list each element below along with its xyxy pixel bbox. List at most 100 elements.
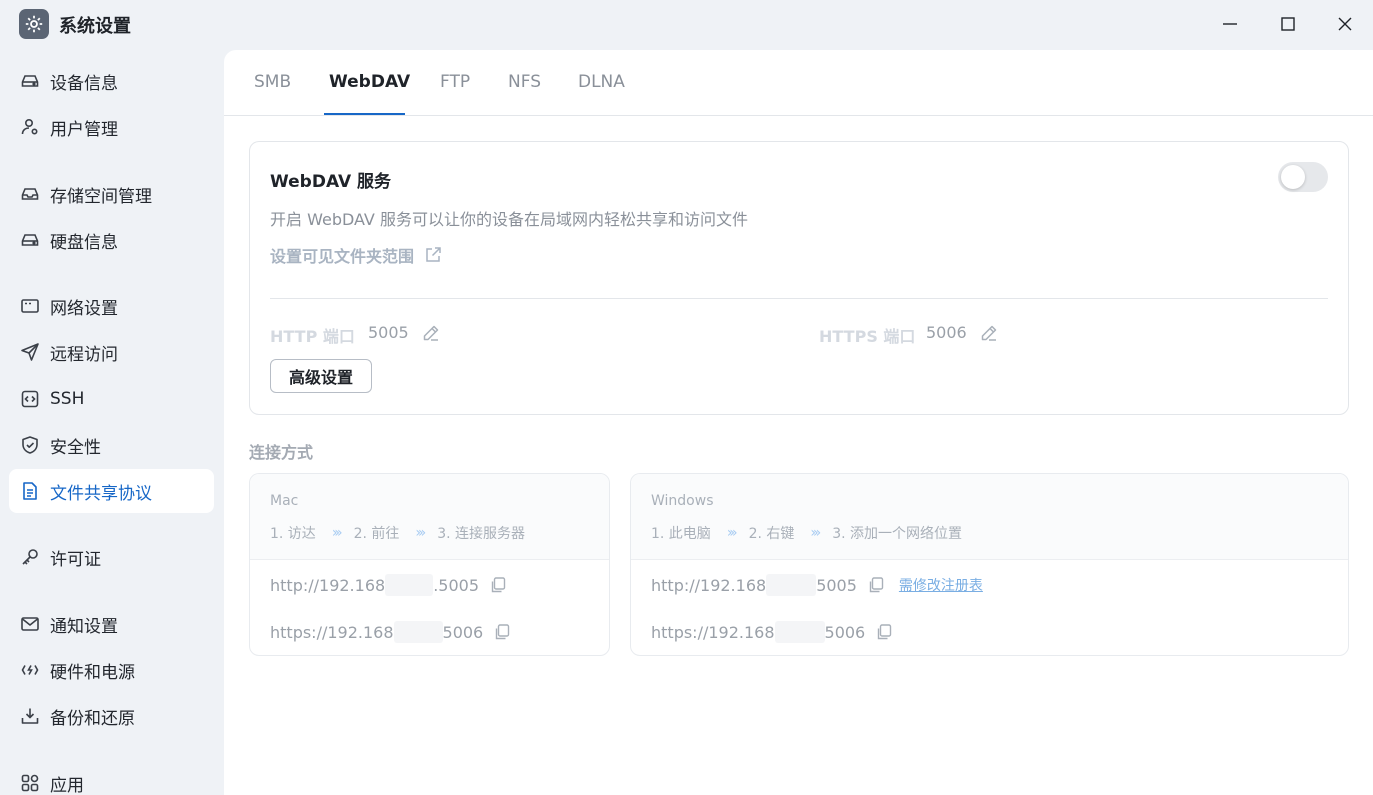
tab-smb[interactable]: SMB <box>254 72 291 92</box>
sidebar-item-notifications[interactable]: 通知设置 <box>9 602 214 646</box>
mac-card-header: Mac 1. 访达 ››› 2. 前往 ››› 3. 连接服务器 <box>250 474 609 560</box>
folder-scope-link[interactable]: 设置可见文件夹范围 <box>270 243 442 267</box>
document-icon <box>20 481 40 501</box>
download-tray-icon <box>20 706 40 726</box>
chevrons-right-icon: ››› <box>331 525 343 541</box>
sidebar-item-hardware-power[interactable]: 硬件和电源 <box>9 648 214 692</box>
step-label: 2. 右键 <box>748 526 795 542</box>
sidebar-item-device-info[interactable]: 设备信息 <box>9 59 214 103</box>
url-prefix: http://192.168 <box>651 575 767 595</box>
sidebar-item-security[interactable]: 安全性 <box>9 423 214 467</box>
divider <box>270 298 1328 299</box>
redacted-ip <box>766 574 817 596</box>
sidebar-item-label: 许可证 <box>50 549 101 570</box>
sidebar-item-network[interactable]: 网络设置 <box>9 284 214 328</box>
sidebar-item-label: 硬盘信息 <box>50 232 118 253</box>
service-toggle[interactable] <box>1278 162 1328 192</box>
url-suffix: 5005 <box>816 575 857 595</box>
registry-link[interactable]: 需修改注册表 <box>899 575 983 595</box>
redacted-ip <box>393 621 443 643</box>
step-label: 1. 此电脑 <box>651 526 711 542</box>
url-prefix: https://192.168 <box>270 622 394 642</box>
send-icon <box>20 342 40 362</box>
tab-nfs[interactable]: NFS <box>508 72 541 92</box>
sidebar: 设备信息 用户管理 存储空间管理 硬盘信息 网络设置 远程访问 SSH 安全性 … <box>0 48 224 795</box>
maximize-button[interactable] <box>1272 8 1304 40</box>
sidebar-item-label: 通知设置 <box>50 616 118 637</box>
drive-icon <box>20 71 40 91</box>
window-title: 系统设置 <box>59 16 131 37</box>
step-label: 3. 连接服务器 <box>437 526 526 542</box>
step-label: 3. 添加一个网络位置 <box>832 526 963 542</box>
minimize-icon <box>1223 23 1237 25</box>
edit-https-port-icon[interactable] <box>979 323 999 343</box>
https-port-value: 5006 <box>926 323 967 342</box>
webdav-service-card: WebDAV 服务 开启 WebDAV 服务可以让你的设备在局域网内轻松共享和访… <box>249 141 1349 415</box>
tab-webdav[interactable]: WebDAV <box>329 72 410 92</box>
tab-dlna[interactable]: DLNA <box>578 72 625 92</box>
sidebar-item-label: 文件共享协议 <box>50 483 152 504</box>
service-description: 开启 WebDAV 服务可以让你的设备在局域网内轻松共享和访问文件 <box>270 210 748 229</box>
windows-card-header: Windows 1. 此电脑 ››› 2. 右键 ››› 3. 添加一个网络位置 <box>631 474 1348 560</box>
code-icon <box>20 389 40 409</box>
copy-icon[interactable] <box>875 623 893 641</box>
step-label: 1. 访达 <box>270 526 316 542</box>
title-bar: 系统设置 <box>0 0 1373 48</box>
chevrons-right-icon: ››› <box>726 525 738 541</box>
service-title: WebDAV 服务 <box>270 172 392 192</box>
sidebar-item-remote-access[interactable]: 远程访问 <box>9 330 214 374</box>
user-gear-icon <box>20 117 40 137</box>
sidebar-item-label: 远程访问 <box>50 344 118 365</box>
sidebar-item-ssh[interactable]: SSH <box>9 377 214 421</box>
windows-http-url: http://192.168 5005 需修改注册表 <box>651 574 983 596</box>
copy-icon[interactable] <box>867 576 885 594</box>
sidebar-item-label: 网络设置 <box>50 298 118 319</box>
edit-http-port-icon[interactable] <box>421 323 441 343</box>
minimize-button[interactable] <box>1214 8 1246 40</box>
grid-icon <box>20 773 40 793</box>
folder-scope-link-label: 设置可见文件夹范围 <box>270 247 415 266</box>
redacted-ip <box>774 621 825 643</box>
url-prefix: http://192.168 <box>270 575 386 595</box>
url-suffix: 5006 <box>824 622 866 642</box>
close-icon <box>1338 17 1352 31</box>
sidebar-item-label: 安全性 <box>50 437 101 458</box>
sidebar-item-label: 用户管理 <box>50 119 118 140</box>
chevrons-right-icon: ››› <box>415 525 426 541</box>
sidebar-item-label: 应用 <box>50 775 84 795</box>
sidebar-item-disk-info[interactable]: 硬盘信息 <box>9 218 214 262</box>
mac-http-url: http://192.168 .5005 <box>270 574 507 596</box>
active-tab-indicator <box>324 113 405 115</box>
protocol-tabs: SMB WebDAV FTP NFS DLNA <box>224 50 1373 116</box>
copy-icon[interactable] <box>489 576 507 594</box>
sidebar-item-license[interactable]: 许可证 <box>9 535 214 579</box>
mac-https-url: https://192.168 5006 <box>270 621 511 643</box>
advanced-settings-button[interactable]: 高级设置 <box>270 359 372 393</box>
http-port-value: 5005 <box>368 323 409 342</box>
sidebar-item-user-management[interactable]: 用户管理 <box>9 105 214 149</box>
sidebar-item-storage[interactable]: 存储空间管理 <box>9 172 214 216</box>
copy-icon[interactable] <box>493 623 511 641</box>
https-port-label: HTTPS 端口 <box>819 327 916 346</box>
sidebar-item-file-sharing[interactable]: 文件共享协议 <box>9 469 214 513</box>
sidebar-item-apps[interactable]: 应用 <box>9 761 214 795</box>
chevrons-right-icon: ››› <box>810 525 821 541</box>
sidebar-item-backup-restore[interactable]: 备份和还原 <box>9 694 214 738</box>
external-link-icon <box>426 247 441 262</box>
network-icon <box>20 296 40 316</box>
key-icon <box>20 547 40 567</box>
windows-https-url: https://192.168 5006 <box>651 621 893 643</box>
close-button[interactable] <box>1329 8 1361 40</box>
url-prefix: https://192.168 <box>651 622 775 642</box>
http-port-label: HTTP 端口 <box>270 327 355 346</box>
connection-section-title: 连接方式 <box>249 443 314 462</box>
mac-steps: 1. 访达 ››› 2. 前往 ››› 3. 连接服务器 <box>270 523 525 543</box>
windows-os-label: Windows <box>651 493 714 509</box>
url-suffix: 5006 <box>442 622 484 642</box>
mac-connection-card: Mac 1. 访达 ››› 2. 前往 ››› 3. 连接服务器 http://… <box>249 473 610 656</box>
step-label: 2. 前往 <box>353 526 400 542</box>
windows-steps: 1. 此电脑 ››› 2. 右键 ››› 3. 添加一个网络位置 <box>651 523 962 543</box>
tab-ftp[interactable]: FTP <box>440 72 470 92</box>
storage-icon <box>20 184 40 204</box>
mail-icon <box>20 614 40 634</box>
